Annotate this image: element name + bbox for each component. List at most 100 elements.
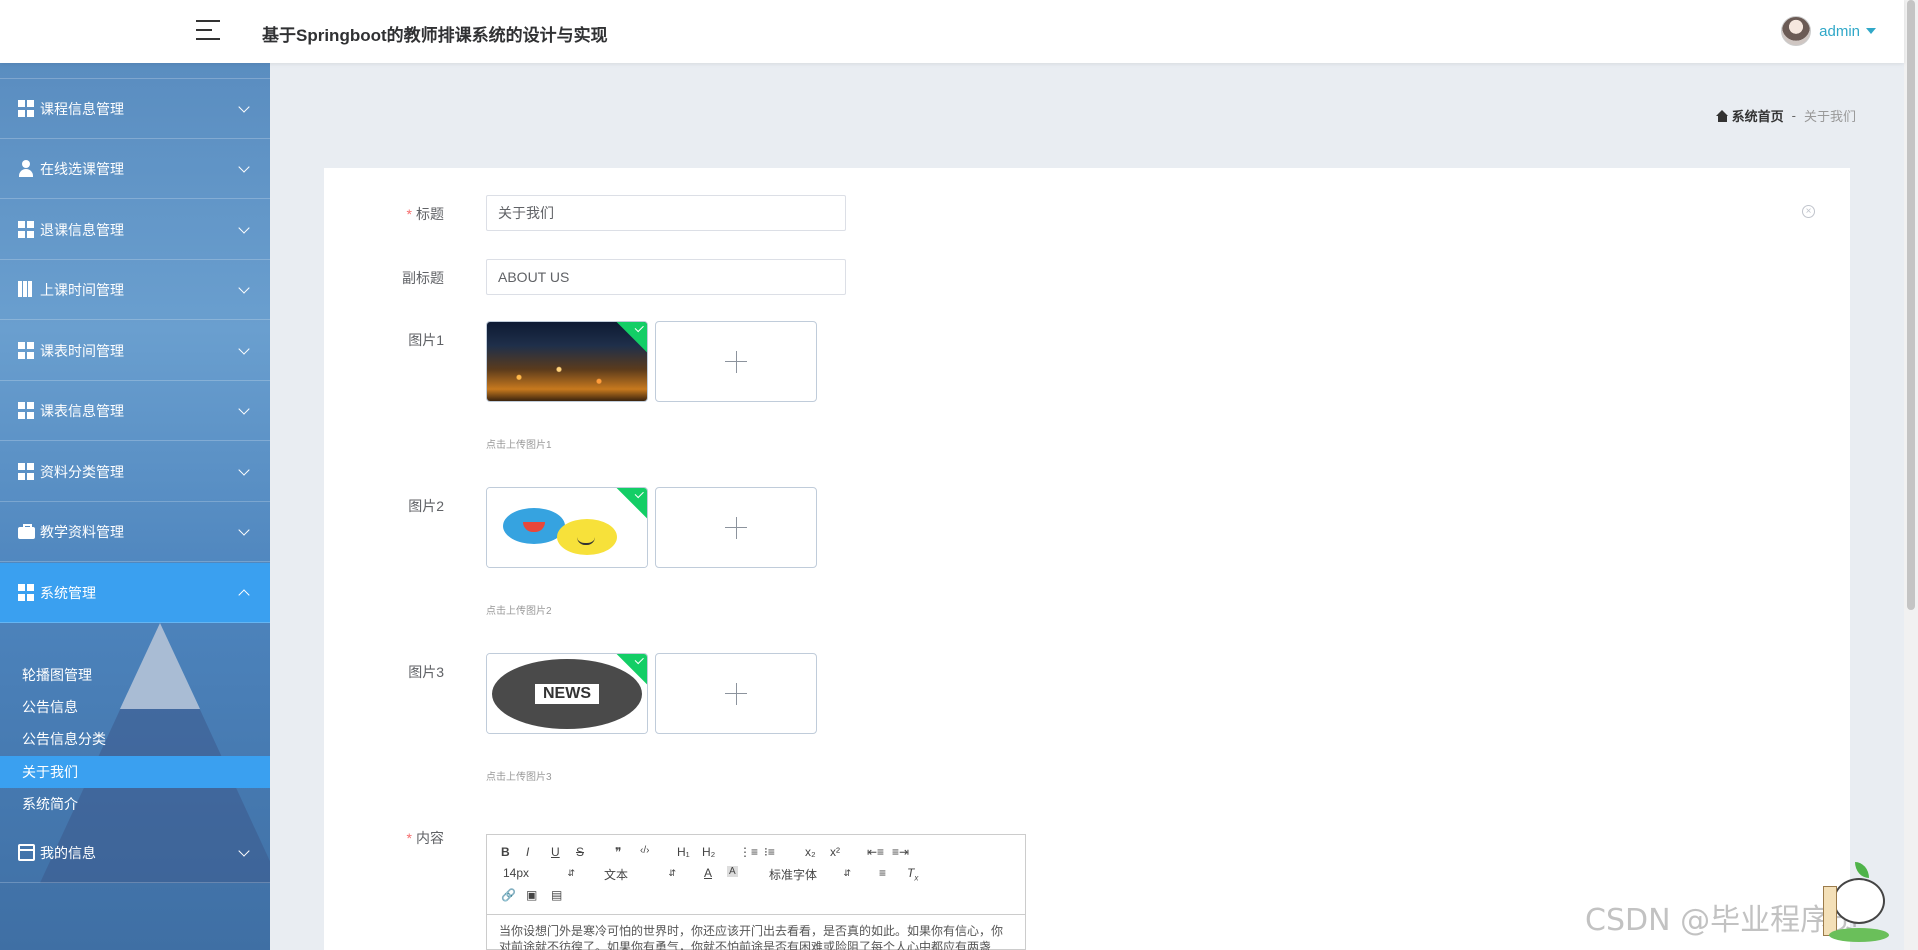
quote-button[interactable]: ❞ [615,845,621,859]
chat-bubbles-image [487,488,647,567]
code-button[interactable]: ‹/› [640,845,649,856]
briefcase-icon [18,523,35,540]
user-name[interactable]: admin [1819,23,1860,40]
h2-button[interactable]: H₂ [702,845,715,859]
title-input[interactable]: 关于我们 [486,195,846,231]
sidebar-item-label: 教学资料管理 [40,523,124,540]
font-size-select[interactable]: 14px [503,866,575,880]
subtitle-label: 副标题 [402,270,444,286]
sidebar: 课程信息管理 在线选课管理 退课信息管理 上课时间管理 课表时间管理 课表信息管… [0,63,270,950]
video-icon[interactable]: ▤ [551,888,562,902]
sidebar-item-class-time[interactable]: 上课时间管理 [0,260,270,320]
caret-down-icon[interactable] [1866,28,1876,34]
sidebar-item-my-info[interactable]: 我的信息 [0,823,270,883]
editor-content[interactable]: 当你设想门外是寒冷可怕的世界时，你还应该开门出去看看，是否真的如此。如果你有信心… [487,915,1025,950]
sidebar-item-withdrawal[interactable]: 退课信息管理 [0,200,270,260]
sidebar-subitem-system-intro[interactable]: 系统简介 [0,788,270,820]
person-icon [18,160,35,177]
sidebar-subitem-notice[interactable]: 公告信息 [0,691,270,723]
sidebar-item-partial[interactable] [0,63,270,79]
pic3-upload-button[interactable] [655,653,817,734]
font-family-select[interactable]: 标准字体 [769,866,851,883]
grid-icon [18,100,35,117]
pic1-upload-button[interactable] [655,321,817,402]
sidebar-subitem-carousel[interactable]: 轮播图管理 [0,659,270,691]
sidebar-item-system[interactable]: 系统管理 [0,563,270,623]
h1-button[interactable]: H₁ [677,845,690,859]
subscript-button[interactable]: x₂ [805,845,816,859]
pic2-hint: 点击上传图片2 [486,606,552,617]
breadcrumb-separator: - [1791,108,1796,123]
title-label: * 标题 [406,206,444,222]
avatar[interactable] [1781,16,1812,46]
sidebar-subitem-about-us[interactable]: 关于我们 [0,756,270,788]
card-icon [18,844,35,861]
grid-icon [18,584,35,601]
sidebar-item-label: 在线选课管理 [40,160,124,177]
sidebar-item-label: 资料分类管理 [40,463,124,480]
sidebar-item-schedule-info[interactable]: 课表信息管理 [0,381,270,441]
grid-icon [18,402,35,419]
mascot-icon [1823,858,1891,943]
rich-text-editor: B I U S ❞ ‹/› H₁ H₂ ⋮≡ ⁝≡ x₂ x² ⇤≡ ≡⇥ 14… [486,834,1026,950]
chevron-down-icon [238,161,250,173]
chevron-down-icon [238,101,250,113]
sidebar-item-label: 退课信息管理 [40,221,124,238]
sidebar-item-label: 课表信息管理 [40,402,124,419]
grid-icon [18,221,35,238]
page-scrollbar[interactable] [1904,0,1918,950]
superscript-button[interactable]: x² [830,845,840,859]
align-icon[interactable]: ≡ [879,866,886,880]
sidebar-item-label: 课程信息管理 [40,100,124,117]
font-color-icon[interactable]: A [704,866,712,880]
book-icon [18,281,35,298]
text-type-select[interactable]: 文本 [604,866,676,883]
breadcrumb-current: 关于我们 [1803,109,1856,124]
menu-toggle-icon[interactable] [196,20,220,40]
close-icon[interactable]: × [1802,205,1815,218]
user-menu[interactable]: admin [1781,16,1876,46]
pic2-upload-button[interactable] [655,487,817,568]
home-icon[interactable] [1715,109,1729,122]
sidebar-item-label: 系统管理 [40,584,96,601]
sidebar-item-teaching-material[interactable]: 教学资料管理 [0,502,270,562]
chevron-down-icon [238,524,250,536]
bullet-list-button[interactable]: ⁝≡ [764,845,775,859]
city-night-image [487,322,647,401]
pic3-hint: 点击上传图片3 [486,772,552,783]
pic3-thumbnail[interactable]: NEWS [486,653,648,734]
background-color-icon[interactable]: A [727,866,738,877]
grid-icon [18,342,35,359]
sidebar-subitem-notice-category[interactable]: 公告信息分类 [0,723,270,755]
pic2-label: 图片2 [408,498,444,514]
news-globe-image: NEWS [487,654,647,733]
image-icon[interactable]: ▣ [526,888,537,902]
top-bar: 基于Springboot的教师排课系统的设计与实现 admin [0,0,1904,63]
bold-button[interactable]: B [501,845,510,859]
link-icon[interactable]: 🔗 [501,888,516,902]
sidebar-item-schedule-time[interactable]: 课表时间管理 [0,321,270,381]
subtitle-input[interactable]: ABOUT US [486,259,846,295]
grid-icon [18,463,35,480]
pic1-label: 图片1 [408,332,444,348]
sidebar-item-course-info[interactable]: 课程信息管理 [0,79,270,139]
strike-button[interactable]: S [576,845,584,859]
chevron-down-icon [238,845,250,857]
pic2-thumbnail[interactable] [486,487,648,568]
breadcrumb: 系统首页 - 关于我们 [1715,106,1856,125]
italic-button[interactable]: I [526,845,529,859]
editor-toolbar: B I U S ❞ ‹/› H₁ H₂ ⋮≡ ⁝≡ x₂ x² ⇤≡ ≡⇥ 14… [487,835,1025,915]
chevron-down-icon [238,343,250,355]
sidebar-item-online-selection[interactable]: 在线选课管理 [0,139,270,199]
pic1-thumbnail[interactable] [486,321,648,402]
outdent-button[interactable]: ⇤≡ [867,845,884,859]
indent-button[interactable]: ≡⇥ [892,845,909,859]
breadcrumb-home[interactable]: 系统首页 [1732,106,1784,125]
underline-button[interactable]: U [551,845,560,859]
ordered-list-button[interactable]: ⋮≡ [739,845,758,859]
scrollbar-thumb[interactable] [1907,0,1915,610]
clear-format-icon[interactable]: Tx [907,866,918,882]
sidebar-item-label: 课表时间管理 [40,342,124,359]
sidebar-item-label: 我的信息 [40,844,96,861]
sidebar-item-material-category[interactable]: 资料分类管理 [0,442,270,502]
